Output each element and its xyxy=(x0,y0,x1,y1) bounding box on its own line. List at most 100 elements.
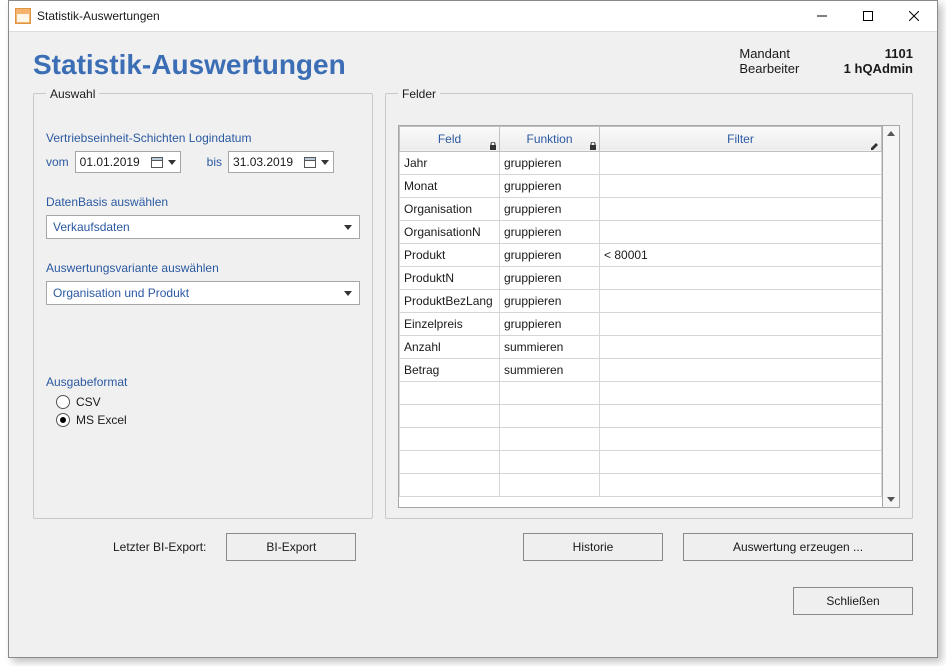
vom-date-input[interactable]: 01.01.2019 xyxy=(75,151,181,173)
calendar-icon[interactable] xyxy=(148,156,166,168)
table-row[interactable]: Einzelpreisgruppieren xyxy=(400,312,882,335)
bis-label: bis xyxy=(207,155,222,169)
cell-filter[interactable] xyxy=(600,197,882,220)
lock-icon xyxy=(589,142,597,150)
cell-filter[interactable] xyxy=(600,312,882,335)
cell-funktion[interactable]: gruppieren xyxy=(500,197,600,220)
ausgabeformat-radio-group: CSV MS Excel xyxy=(46,395,360,427)
lock-icon xyxy=(489,142,497,150)
table-row[interactable]: ProduktBezLanggruppieren xyxy=(400,289,882,312)
cell-funktion[interactable]: gruppieren xyxy=(500,174,600,197)
col-header-feld[interactable]: Feld xyxy=(400,126,500,151)
minimize-button[interactable] xyxy=(799,1,845,31)
cell-filter[interactable] xyxy=(600,335,882,358)
maximize-button[interactable] xyxy=(845,1,891,31)
cell-feld[interactable]: Jahr xyxy=(400,151,500,174)
cell-filter[interactable] xyxy=(600,358,882,381)
radio-icon xyxy=(56,413,70,427)
cell-feld[interactable]: ProduktBezLang xyxy=(400,289,500,312)
cell-funktion[interactable]: gruppieren xyxy=(500,243,600,266)
cell-feld[interactable]: Betrag xyxy=(400,358,500,381)
logindatum-label: Vertriebseinheit-Schichten Logindatum xyxy=(46,131,360,145)
chevron-down-icon[interactable] xyxy=(166,158,178,166)
window-title: Statistik-Auswertungen xyxy=(37,9,799,23)
cell-funktion[interactable]: gruppieren xyxy=(500,312,600,335)
cell-funktion[interactable]: summieren xyxy=(500,358,600,381)
cell-feld[interactable]: Monat xyxy=(400,174,500,197)
felder-group: Felder Feld xyxy=(385,87,913,519)
table-row-empty[interactable] xyxy=(400,381,882,404)
table-row[interactable]: Betragsummieren xyxy=(400,358,882,381)
cell-funktion[interactable]: gruppieren xyxy=(500,220,600,243)
cell-feld[interactable]: Einzelpreis xyxy=(400,312,500,335)
table-row[interactable]: Organisationgruppieren xyxy=(400,197,882,220)
cell-feld[interactable]: OrganisationN xyxy=(400,220,500,243)
cell-feld[interactable]: Anzahl xyxy=(400,335,500,358)
radio-msexcel[interactable]: MS Excel xyxy=(56,413,360,427)
table-row[interactable]: ProduktNgruppieren xyxy=(400,266,882,289)
page-title: Statistik-Auswertungen xyxy=(33,42,739,81)
cell-funktion[interactable]: summieren xyxy=(500,335,600,358)
mandant-label: Mandant xyxy=(739,46,819,61)
table-row-empty[interactable] xyxy=(400,404,882,427)
close-button[interactable] xyxy=(891,1,937,31)
title-bar: Statistik-Auswertungen xyxy=(9,1,937,32)
col-header-filter[interactable]: Filter xyxy=(600,126,882,151)
cell-filter[interactable] xyxy=(600,174,882,197)
vom-date-value: 01.01.2019 xyxy=(80,155,148,169)
mandant-value: 1101 xyxy=(823,46,913,61)
bis-date-value: 31.03.2019 xyxy=(233,155,301,169)
cell-filter[interactable] xyxy=(600,220,882,243)
felder-legend: Felder xyxy=(398,87,440,101)
scroll-track[interactable] xyxy=(883,142,899,491)
variante-label: Auswertungsvariante auswählen xyxy=(46,261,360,275)
cell-filter[interactable] xyxy=(600,266,882,289)
table-row[interactable]: Monatgruppieren xyxy=(400,174,882,197)
bis-date-input[interactable]: 31.03.2019 xyxy=(228,151,334,173)
table-row[interactable]: Produktgruppieren< 80001 xyxy=(400,243,882,266)
table-row[interactable]: OrganisationNgruppieren xyxy=(400,220,882,243)
cell-funktion[interactable]: gruppieren xyxy=(500,289,600,312)
cell-funktion[interactable]: gruppieren xyxy=(500,266,600,289)
cell-feld[interactable]: ProduktN xyxy=(400,266,500,289)
cell-filter[interactable]: < 80001 xyxy=(600,243,882,266)
vertical-scrollbar[interactable] xyxy=(883,125,900,508)
cell-filter[interactable] xyxy=(600,151,882,174)
chevron-down-icon[interactable] xyxy=(341,289,355,297)
table-row[interactable]: Anzahlsummieren xyxy=(400,335,882,358)
table-row-empty[interactable] xyxy=(400,427,882,450)
schliessen-button[interactable]: Schließen xyxy=(793,587,913,615)
cell-funktion[interactable]: gruppieren xyxy=(500,151,600,174)
radio-csv[interactable]: CSV xyxy=(56,395,360,409)
cell-filter[interactable] xyxy=(600,289,882,312)
auswertung-button[interactable]: Auswertung erzeugen ... xyxy=(683,533,913,561)
meta-block: Mandant 1101 Bearbeiter 1 hQAdmin xyxy=(739,42,913,76)
historie-button[interactable]: Historie xyxy=(523,533,663,561)
ausgabeformat-label: Ausgabeformat xyxy=(46,375,360,389)
pencil-icon xyxy=(871,142,879,150)
datenbasis-combo[interactable]: Verkaufsdaten xyxy=(46,215,360,239)
radio-msexcel-label: MS Excel xyxy=(76,413,127,427)
calendar-icon[interactable] xyxy=(301,156,319,168)
app-icon xyxy=(15,8,31,24)
chevron-down-icon[interactable] xyxy=(319,158,331,166)
scroll-down-button[interactable] xyxy=(883,491,899,507)
cell-feld[interactable]: Produkt xyxy=(400,243,500,266)
variante-value: Organisation und Produkt xyxy=(53,286,341,300)
radio-csv-label: CSV xyxy=(76,395,101,409)
felder-table[interactable]: Feld Funktion xyxy=(398,125,883,508)
bi-export-button[interactable]: BI-Export xyxy=(226,533,356,561)
chevron-down-icon[interactable] xyxy=(341,223,355,231)
bearbeiter-label: Bearbeiter xyxy=(739,61,819,76)
table-row-empty[interactable] xyxy=(400,450,882,473)
scroll-up-button[interactable] xyxy=(883,126,899,142)
datenbasis-value: Verkaufsdaten xyxy=(53,220,341,234)
table-row-empty[interactable] xyxy=(400,473,882,496)
auswahl-legend: Auswahl xyxy=(46,87,99,101)
bearbeiter-value: 1 hQAdmin xyxy=(823,61,913,76)
variante-combo[interactable]: Organisation und Produkt xyxy=(46,281,360,305)
col-header-funktion[interactable]: Funktion xyxy=(500,126,600,151)
table-row[interactable]: Jahrgruppieren xyxy=(400,151,882,174)
vom-label: vom xyxy=(46,155,69,169)
cell-feld[interactable]: Organisation xyxy=(400,197,500,220)
